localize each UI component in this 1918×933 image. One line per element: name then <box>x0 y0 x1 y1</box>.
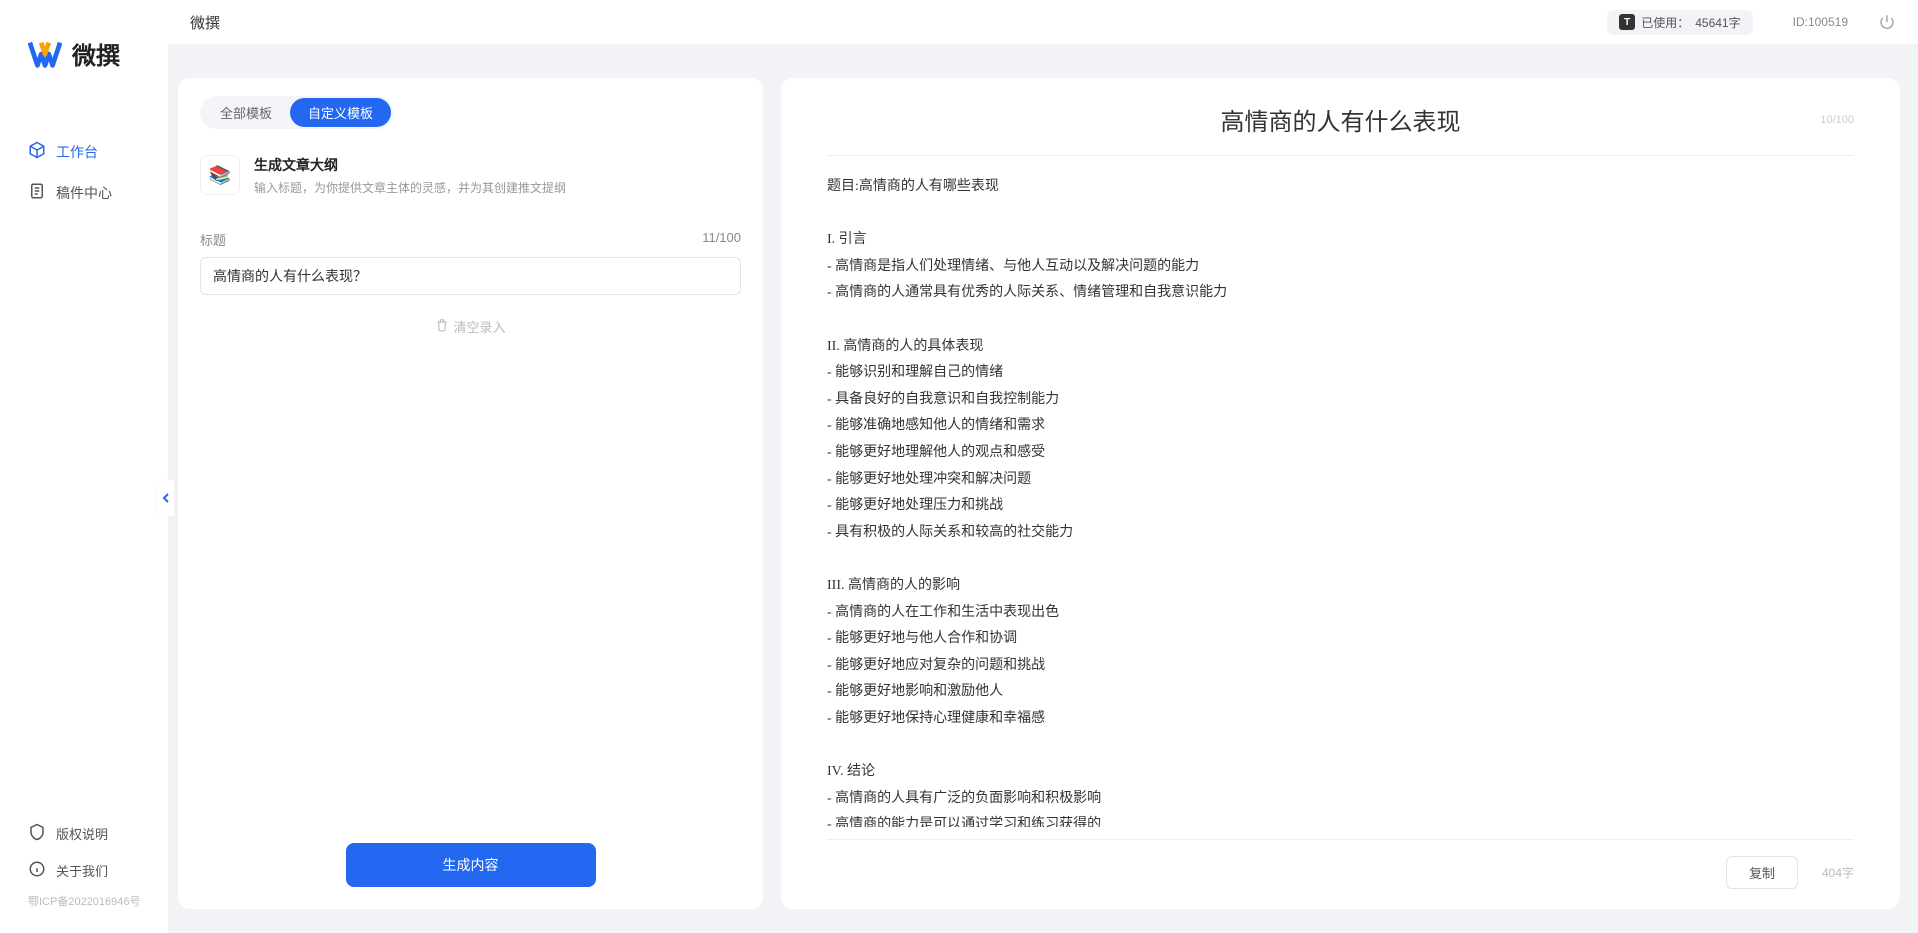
output-char-count: 404字 <box>1822 864 1854 881</box>
template-meta: 生成文章大纲 输入标题，为你提供文章主体的灵感，并为其创建推文提纲 <box>254 155 566 196</box>
info-icon <box>28 860 46 881</box>
field-label: 标题 <box>200 230 226 249</box>
nav-label: 工作台 <box>56 142 98 162</box>
logo-text: 微撰 <box>72 36 120 71</box>
sidebar-footer: 版权说明 关于我们 鄂ICP备2022016946号 <box>0 815 168 933</box>
nav-label: 稿件中心 <box>56 183 112 203</box>
output-footer: 复制 404字 <box>827 839 1854 889</box>
nav-label: 版权说明 <box>56 824 108 843</box>
copy-button[interactable]: 复制 <box>1726 856 1798 889</box>
template-title: 生成文章大纲 <box>254 155 566 175</box>
field-counter: 11/100 <box>702 230 741 249</box>
output-title-row: 高情商的人有什么表现 10/100 <box>827 102 1854 137</box>
usage-value: 45641字 <box>1695 14 1740 31</box>
content: 全部模板 自定义模板 📚 生成文章大纲 输入标题，为你提供文章主体的灵感，并为其… <box>168 44 1918 933</box>
usage-badge[interactable]: T 已使用： 45641字 <box>1607 10 1752 35</box>
sidebar: 微撰 工作台 稿件中心 版权说明 关于我们 鄂ICP备2022016946号 <box>0 0 168 933</box>
output-title: 高情商的人有什么表现 <box>827 102 1854 137</box>
nav-about[interactable]: 关于我们 <box>0 852 168 889</box>
power-icon[interactable] <box>1878 13 1896 31</box>
shield-icon <box>28 823 46 844</box>
left-panel: 全部模板 自定义模板 📚 生成文章大纲 输入标题，为你提供文章主体的灵感，并为其… <box>178 78 763 909</box>
nav-workbench[interactable]: 工作台 <box>0 131 168 172</box>
output-panel: 高情商的人有什么表现 10/100 题目:高情商的人有哪些表现 I. 引言 - … <box>781 78 1900 909</box>
topbar: 微撰 T 已使用： 45641字 ID:100519 <box>168 0 1918 44</box>
icp-text: 鄂ICP备2022016946号 <box>0 889 168 915</box>
nav-label: 关于我们 <box>56 861 108 880</box>
generate-button[interactable]: 生成内容 <box>346 843 596 887</box>
usage-label: 已使用： <box>1641 14 1689 31</box>
output-body[interactable]: 题目:高情商的人有哪些表现 I. 引言 - 高情商是指人们处理情绪、与他人互动以… <box>827 174 1854 827</box>
document-icon <box>28 182 46 203</box>
nav: 工作台 稿件中心 <box>0 91 168 815</box>
user-id: ID:100519 <box>1793 15 1848 29</box>
template-card: 📚 生成文章大纲 输入标题，为你提供文章主体的灵感，并为其创建推文提纲 <box>200 155 741 196</box>
tab-custom-templates[interactable]: 自定义模板 <box>290 98 391 127</box>
title-input[interactable] <box>200 257 741 295</box>
template-tabs: 全部模板 自定义模板 <box>200 96 393 129</box>
nav-drafts[interactable]: 稿件中心 <box>0 172 168 213</box>
nav-copyright[interactable]: 版权说明 <box>0 815 168 852</box>
page-title: 微撰 <box>190 12 1607 33</box>
template-desc: 输入标题，为你提供文章主体的灵感，并为其创建推文提纲 <box>254 179 566 196</box>
clear-label: 清空录入 <box>453 317 505 336</box>
logo: 微撰 <box>0 0 168 91</box>
tab-all-templates[interactable]: 全部模板 <box>202 98 290 127</box>
cube-icon <box>28 141 46 162</box>
trash-icon <box>435 318 449 335</box>
title-form: 标题 11/100 清空录入 <box>200 230 741 336</box>
template-icon: 📚 <box>200 155 240 195</box>
logo-icon <box>28 37 62 71</box>
divider <box>827 155 1854 156</box>
clear-input-button[interactable]: 清空录入 <box>200 317 741 336</box>
token-icon: T <box>1619 14 1635 30</box>
output-title-counter: 10/100 <box>1820 114 1854 126</box>
